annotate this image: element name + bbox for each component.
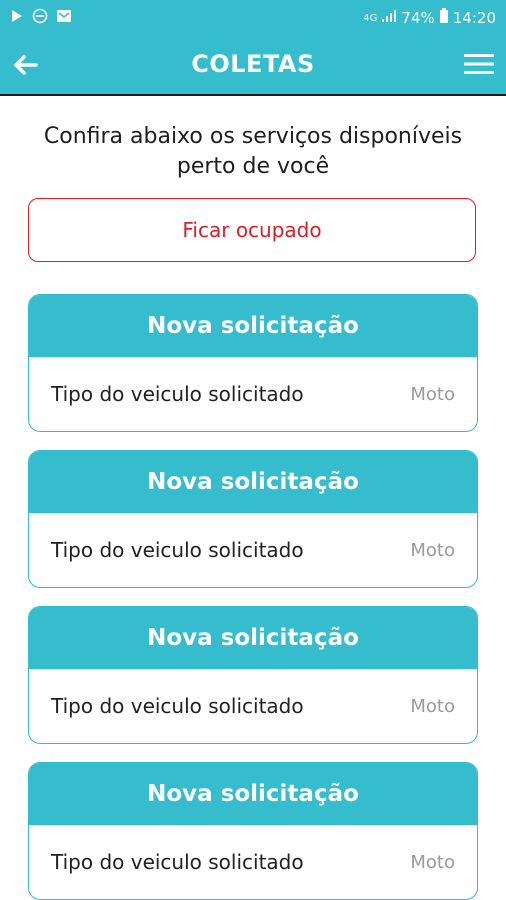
status-bar: 4G 74% 14:20 bbox=[0, 0, 506, 36]
vehicle-type-label: Tipo do veiculo solicitado bbox=[51, 538, 304, 562]
intro-line-2: perto de você bbox=[176, 154, 330, 179]
clock: 14:20 bbox=[452, 9, 496, 27]
request-card-title: Nova solicitação bbox=[29, 763, 477, 825]
request-card-body: Tipo do veiculo solicitado Moto bbox=[29, 825, 477, 899]
request-card-body: Tipo do veiculo solicitado Moto bbox=[29, 669, 477, 743]
request-card-title: Nova solicitação bbox=[29, 607, 477, 669]
vehicle-type-value: Moto bbox=[410, 695, 455, 717]
request-card-3[interactable]: Nova solicitação Tipo do veiculo solicit… bbox=[28, 606, 478, 744]
request-card-1[interactable]: Nova solicitação Tipo do veiculo solicit… bbox=[28, 294, 478, 432]
request-card-body: Tipo do veiculo solicitado Moto bbox=[29, 357, 477, 431]
battery-icon bbox=[439, 8, 449, 28]
vehicle-type-value: Moto bbox=[410, 539, 455, 561]
request-card-title: Nova solicitação bbox=[29, 295, 477, 357]
page-title: COLETAS bbox=[191, 50, 315, 78]
signal-icon bbox=[381, 9, 397, 27]
request-card-title: Nova solicitação bbox=[29, 451, 477, 513]
vehicle-type-label: Tipo do veiculo solicitado bbox=[51, 694, 304, 718]
play-store-icon bbox=[10, 9, 24, 27]
vehicle-type-label: Tipo do veiculo solicitado bbox=[51, 382, 304, 406]
vehicle-type-label: Tipo do veiculo solicitado bbox=[51, 850, 304, 874]
hamburger-menu-icon[interactable] bbox=[464, 52, 494, 76]
busy-button[interactable]: Ficar ocupado bbox=[28, 198, 476, 262]
battery-percent: 74% bbox=[401, 9, 435, 27]
intro-text: Confira abaixo os serviços disponíveis p… bbox=[20, 122, 486, 182]
network-type: 4G bbox=[363, 12, 378, 24]
request-card-body: Tipo do veiculo solicitado Moto bbox=[29, 513, 477, 587]
request-card-4[interactable]: Nova solicitação Tipo do veiculo solicit… bbox=[28, 762, 478, 900]
status-left bbox=[10, 8, 72, 28]
vehicle-type-value: Moto bbox=[410, 383, 455, 405]
status-right: 4G 74% 14:20 bbox=[363, 8, 496, 28]
intro-line-1: Confira abaixo os serviços disponíveis bbox=[43, 124, 463, 149]
message-icon bbox=[56, 9, 72, 27]
vehicle-type-value: Moto bbox=[410, 851, 455, 873]
app-bar: COLETAS bbox=[0, 36, 506, 96]
request-card-2[interactable]: Nova solicitação Tipo do veiculo solicit… bbox=[28, 450, 478, 588]
do-not-disturb-icon bbox=[32, 8, 48, 28]
